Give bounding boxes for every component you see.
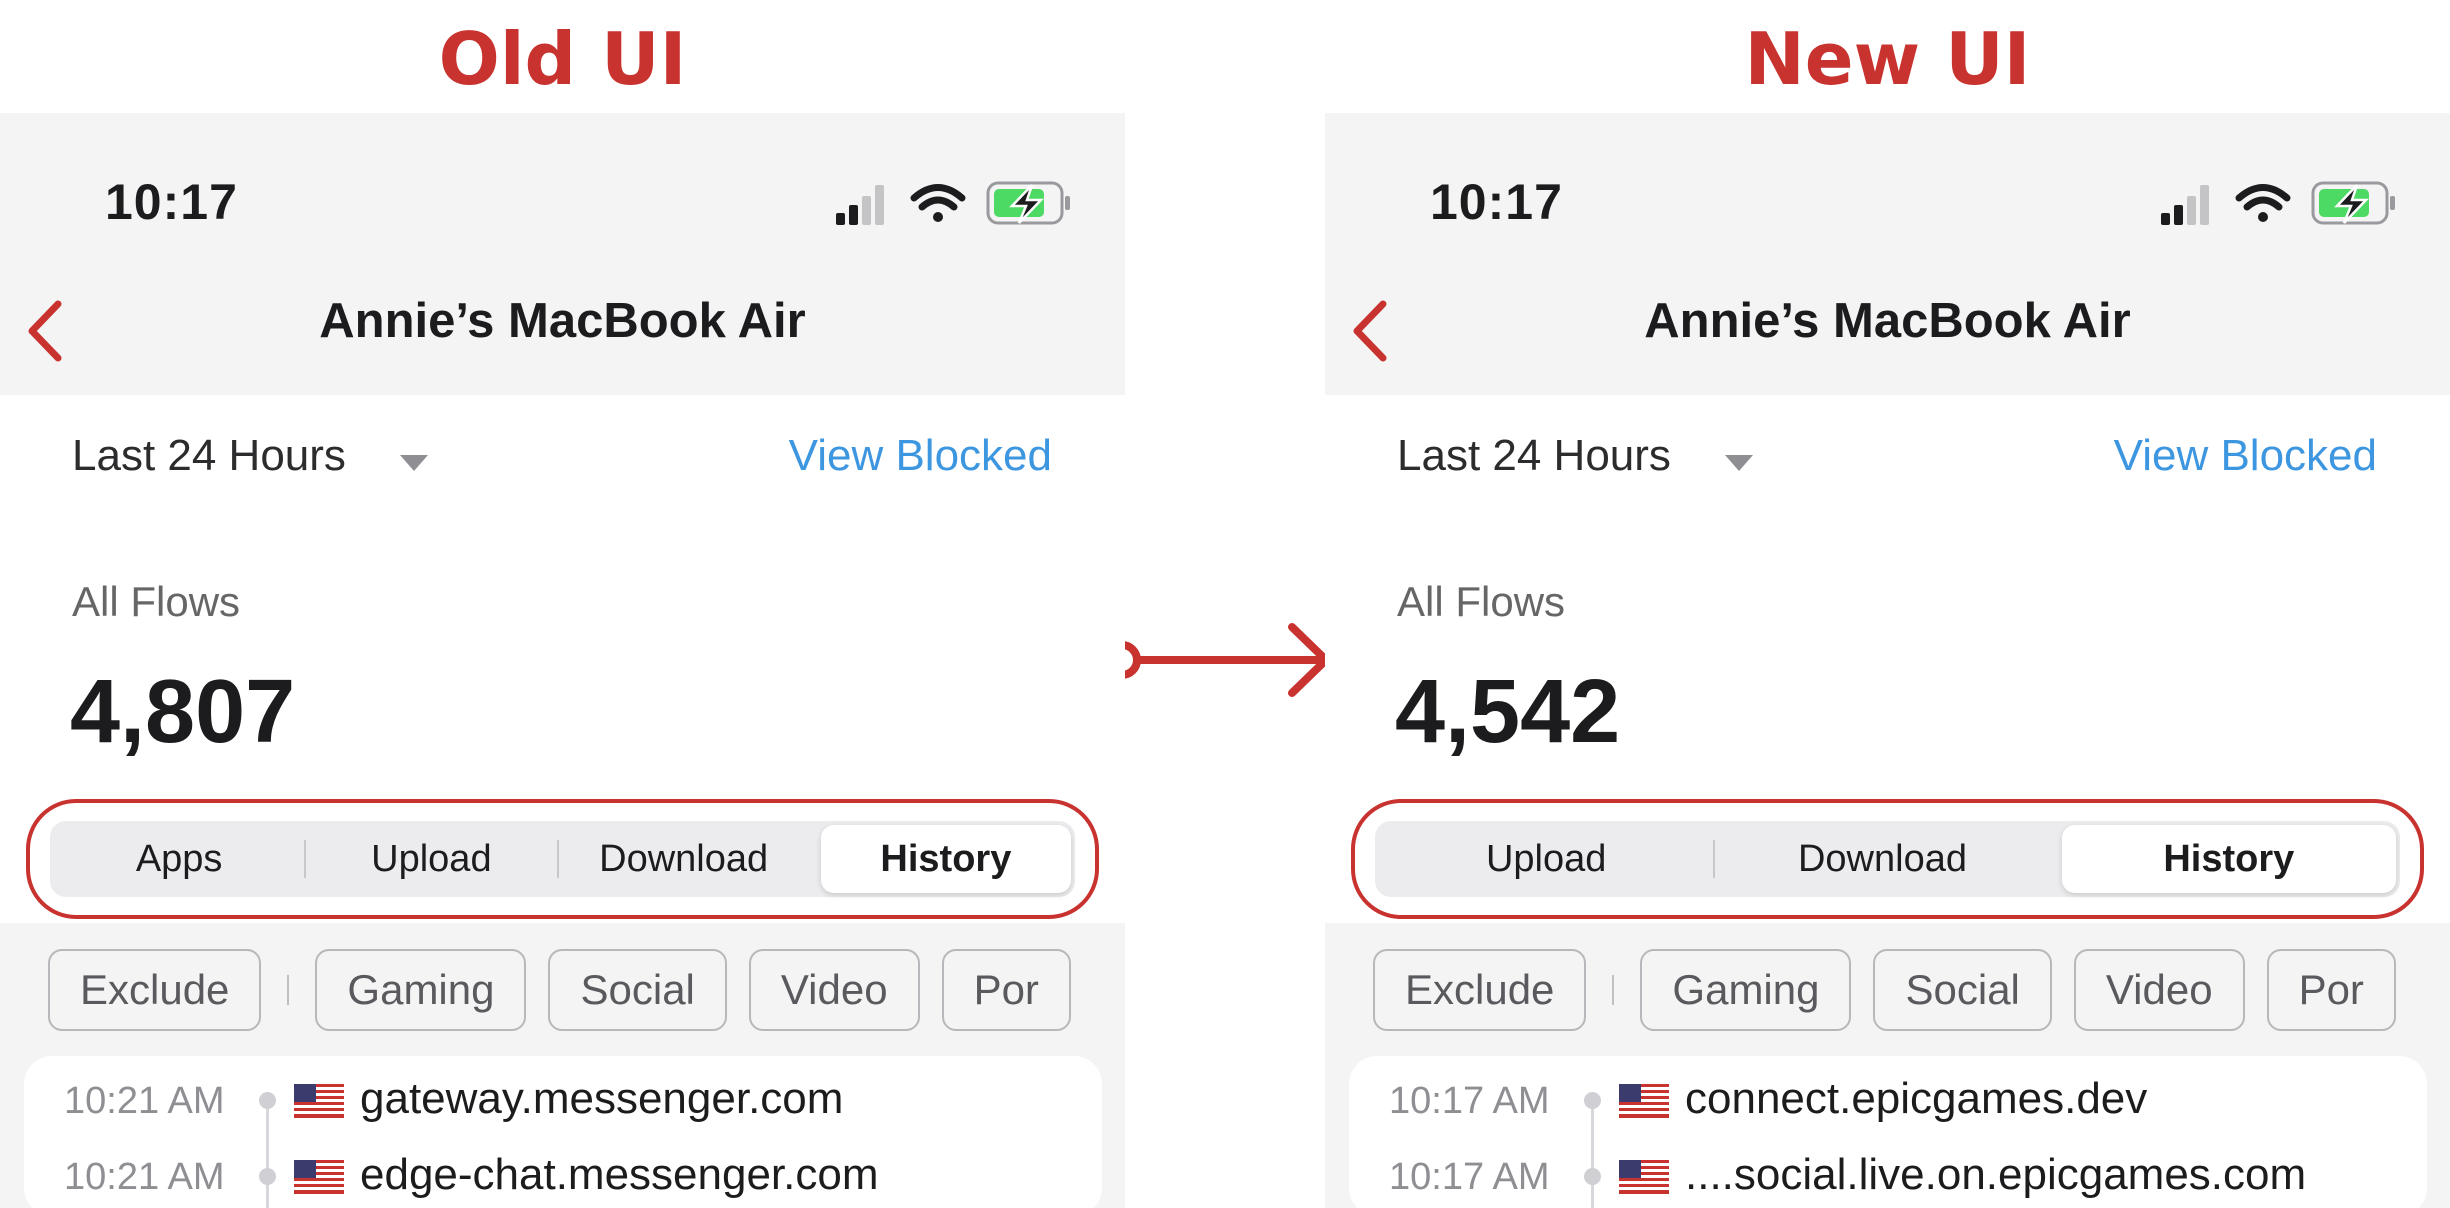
segment-upload[interactable]: Upload (306, 825, 556, 893)
list-item[interactable]: 10:17 AM ....social.live.on.epicgames.co… (1349, 1144, 2427, 1204)
chip-divider (1612, 975, 1615, 1005)
flow-time: 10:17 AM (1389, 1156, 1550, 1198)
list-item[interactable]: 10:21 AM edge-chat.messenger.com (24, 1144, 1102, 1204)
status-icons (2161, 181, 2395, 225)
filter-chip-exclude[interactable]: Exclude (1373, 949, 1587, 1031)
history-list: 10:21 AM gateway.messenger.com 10:21 AM … (24, 1056, 1102, 1208)
status-time: 10:17 (1430, 174, 1563, 230)
flow-time: 10:17 AM (1389, 1080, 1550, 1122)
segmented-control: Apps Upload Download History (50, 821, 1075, 897)
flows-count: 4,807 (70, 662, 296, 762)
us-flag-icon (294, 1084, 344, 1118)
cellular-signal-icon (2161, 185, 2209, 225)
battery-charging-icon (986, 181, 1070, 225)
new-ui-screen: 10:17 Annie’s MacBook Air Last 24 Hours … (1325, 113, 2450, 1208)
navigation-bar (0, 113, 1125, 395)
segment-upload[interactable]: Upload (1379, 825, 1713, 893)
caret-down-icon[interactable] (1723, 453, 1755, 473)
filter-chip-partial[interactable]: Por (941, 949, 1071, 1031)
flows-count: 4,542 (1395, 662, 1621, 762)
battery-charging-icon (2311, 181, 2395, 225)
filter-chip-video[interactable]: Video (2073, 949, 2245, 1031)
back-chevron-icon[interactable] (22, 296, 70, 366)
segment-download[interactable]: Download (1715, 825, 2049, 893)
filter-chip-gaming[interactable]: Gaming (315, 949, 527, 1031)
cellular-signal-icon (836, 185, 884, 225)
wifi-icon (2235, 184, 2291, 222)
segment-history[interactable]: History (2061, 825, 2396, 893)
filter-chip-video[interactable]: Video (748, 949, 920, 1031)
view-blocked-link[interactable]: View Blocked (789, 431, 1052, 481)
flow-domain: edge-chat.messenger.com (360, 1150, 879, 1199)
page-title: Annie’s MacBook Air (1644, 294, 2131, 348)
flow-domain: ....social.live.on.epicgames.com (1685, 1150, 2307, 1199)
caret-down-icon[interactable] (398, 453, 430, 473)
old-ui-screen: 10:17 Annie’s MacBook Air Last 24 Hours … (0, 113, 1125, 1208)
transition-arrow-icon (1103, 623, 1330, 697)
filter-chips: Exclude Gaming Social Video Por (48, 949, 1078, 1033)
segment-history[interactable]: History (820, 825, 1071, 893)
filter-chip-exclude[interactable]: Exclude (48, 949, 262, 1031)
wifi-icon (910, 184, 966, 222)
status-time: 10:17 (105, 174, 238, 230)
navigation-bar (1325, 113, 2450, 395)
segmented-control: Upload Download History (1375, 821, 2400, 897)
new-ui-heading: New UI (1744, 17, 2031, 101)
time-range-dropdown[interactable]: Last 24 Hours (1397, 431, 1671, 481)
timeline-dot (1584, 1168, 1601, 1185)
flow-time: 10:21 AM (64, 1156, 225, 1198)
us-flag-icon (294, 1160, 344, 1194)
timeline-dot (259, 1092, 276, 1109)
filter-chip-social[interactable]: Social (1873, 949, 2052, 1031)
list-item[interactable]: 10:21 AM gateway.messenger.com (24, 1068, 1102, 1128)
flows-label: All Flows (1397, 578, 1566, 625)
segment-apps[interactable]: Apps (54, 825, 304, 893)
flow-domain: connect.epicgames.dev (1685, 1074, 2148, 1123)
timeline-dot (259, 1168, 276, 1185)
time-range-dropdown[interactable]: Last 24 Hours (72, 431, 346, 481)
flow-time: 10:21 AM (64, 1080, 225, 1122)
view-blocked-link[interactable]: View Blocked (2114, 431, 2377, 481)
segment-download[interactable]: Download (559, 825, 809, 893)
us-flag-icon (1619, 1160, 1669, 1194)
list-item[interactable]: 10:17 AM connect.epicgames.dev (1349, 1068, 2427, 1128)
timeline-dot (1584, 1092, 1601, 1109)
flows-label: All Flows (72, 578, 241, 625)
filter-chips: Exclude Gaming Social Video Por (1373, 949, 2403, 1033)
status-icons (836, 181, 1070, 225)
flow-domain: gateway.messenger.com (360, 1074, 844, 1123)
back-chevron-icon[interactable] (1347, 296, 1395, 366)
filter-chip-gaming[interactable]: Gaming (1640, 949, 1852, 1031)
filter-chip-partial[interactable]: Por (2266, 949, 2396, 1031)
us-flag-icon (1619, 1084, 1669, 1118)
old-ui-heading: Old UI (438, 17, 687, 101)
page-title: Annie’s MacBook Air (319, 294, 806, 348)
filter-chip-social[interactable]: Social (548, 949, 727, 1031)
history-list: 10:17 AM connect.epicgames.dev 10:17 AM … (1349, 1056, 2427, 1208)
chip-divider (287, 975, 290, 1005)
